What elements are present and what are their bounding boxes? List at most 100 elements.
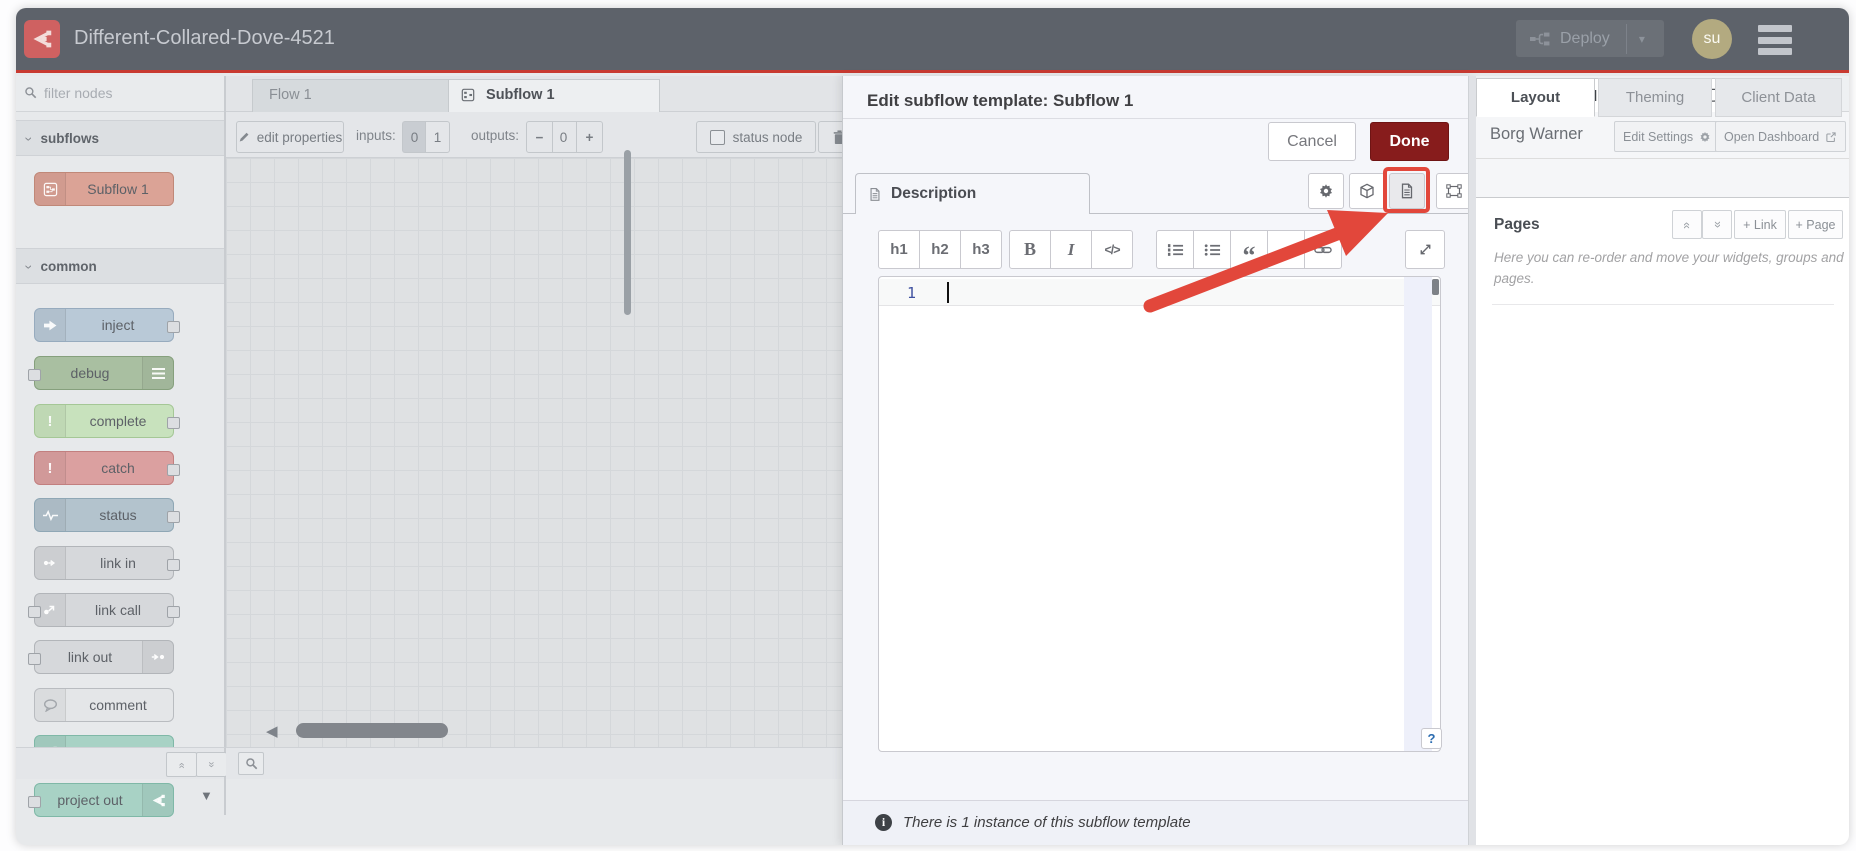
code-button[interactable]: </> [1091, 230, 1133, 269]
cancel-button[interactable]: Cancel [1268, 122, 1356, 161]
insert-link-button[interactable] [1304, 230, 1342, 269]
bold-button[interactable]: B [1009, 230, 1051, 269]
tab-theming[interactable]: Theming [1598, 78, 1712, 117]
add-output-button[interactable]: + [576, 121, 603, 153]
palette-category-subflows[interactable]: › subflows [16, 120, 224, 156]
expand-icon [1420, 244, 1430, 255]
remove-output-button[interactable]: − [526, 121, 553, 153]
module-properties-tab-button[interactable] [1349, 173, 1385, 209]
tab-subflow-1[interactable]: Subflow 1 [448, 79, 660, 114]
deploy-button[interactable]: Deploy ▾ [1516, 20, 1664, 57]
properties-tab-button[interactable] [1308, 173, 1344, 209]
user-avatar[interactable]: su [1692, 19, 1732, 59]
horizontal-rule-button[interactable]: − [1267, 230, 1305, 269]
input-port[interactable] [28, 369, 41, 381]
output-port[interactable] [167, 511, 180, 523]
flow-canvas[interactable] [226, 158, 842, 747]
italic-label: I [1067, 239, 1075, 259]
open-dashboard-button[interactable]: Open Dashboard [1715, 121, 1847, 152]
input-port[interactable] [28, 606, 41, 618]
canvas-footer [226, 747, 842, 779]
inputs-1-button[interactable]: 1 [425, 121, 450, 153]
output-port[interactable] [167, 559, 180, 571]
appearance-tab-button[interactable] [1436, 173, 1472, 209]
node-label: Subflow 1 [87, 181, 149, 197]
add-link-label: + Link [1743, 217, 1777, 232]
h3-button[interactable]: h3 [960, 230, 1002, 269]
italic-button[interactable]: I [1050, 230, 1092, 269]
palette-expand-all-button[interactable]: « [196, 752, 227, 777]
palette-node-inject[interactable]: inject [34, 308, 180, 342]
tab-client-data[interactable]: Client Data [1715, 78, 1842, 117]
workspace-tab-bar: Flow 1 Subflow 1 [226, 76, 842, 114]
inputs-0-button[interactable]: 0 [402, 121, 426, 153]
filter-nodes-placeholder: filter nodes [44, 85, 113, 101]
output-port[interactable] [167, 417, 180, 429]
input-port[interactable] [28, 796, 41, 808]
palette-node-complete[interactable]: ! complete [34, 404, 180, 438]
canvas-horizontal-scrollbar[interactable] [296, 723, 448, 738]
palette-filter[interactable]: filter nodes [16, 76, 224, 112]
move-down-button[interactable]: « [1702, 210, 1732, 239]
status-node-checkbox[interactable]: status node [696, 121, 816, 153]
deploy-options-caret-icon[interactable]: ▾ [1625, 23, 1657, 54]
palette-node-link-call[interactable]: link call [28, 593, 180, 627]
h1-label: h1 [890, 241, 908, 258]
description-tab-button[interactable] [1389, 173, 1425, 209]
palette-collapse-all-button[interactable]: « [166, 752, 197, 777]
pencil-icon [239, 132, 249, 142]
description-markdown-editor[interactable]: 1 [878, 276, 1441, 752]
add-link-button[interactable]: + Link [1734, 210, 1786, 239]
output-port[interactable] [167, 321, 180, 333]
unordered-list-button[interactable] [1193, 230, 1231, 269]
tab-layout[interactable]: Layout [1476, 78, 1595, 117]
canvas-search-button[interactable] [238, 752, 264, 775]
add-page-button[interactable]: + Page [1788, 210, 1843, 239]
dialog-title: Edit subflow template: Subflow 1 [867, 91, 1134, 110]
search-icon [24, 86, 37, 99]
info-icon: i [875, 814, 892, 831]
canvas-scroll-left-icon[interactable]: ◀ [266, 722, 278, 740]
sidebar-resize-handle[interactable] [1468, 76, 1476, 845]
external-link-icon [1826, 131, 1836, 142]
palette-node-status[interactable]: status [34, 498, 180, 532]
palette-node-comment[interactable]: comment [34, 688, 174, 722]
main-menu-icon[interactable] [1758, 25, 1792, 55]
divider [843, 118, 1476, 119]
palette-node-link-in[interactable]: link in [34, 546, 180, 580]
theming-tab-label: Theming [1625, 89, 1685, 106]
edit-properties-button[interactable]: edit properties [236, 121, 344, 153]
canvas-vertical-scrollbar[interactable] [624, 150, 631, 315]
output-port[interactable] [167, 606, 180, 618]
tab-description[interactable]: Description [855, 173, 1090, 214]
palette-node-subflow-1[interactable]: Subflow 1 [34, 172, 174, 206]
output-port[interactable] [167, 464, 180, 476]
catch-icon: ! [35, 452, 66, 484]
editor-help-button[interactable]: ? [1421, 728, 1442, 749]
move-up-button[interactable]: « [1672, 210, 1702, 239]
palette-node-catch[interactable]: ! catch [34, 451, 180, 485]
editor-scrollbar[interactable] [1432, 279, 1439, 295]
bold-label: B [1023, 239, 1036, 259]
blockquote-button[interactable]: “ [1230, 230, 1268, 269]
palette-node-project-out[interactable]: project out [28, 783, 174, 817]
h3-label: h3 [972, 241, 990, 258]
edit-settings-button[interactable]: Edit Settings [1614, 121, 1721, 152]
double-chevron-up-icon: « [175, 761, 188, 768]
tab-flow-1[interactable]: Flow 1 [252, 79, 467, 114]
ordered-list-button[interactable] [1156, 230, 1194, 269]
h2-button[interactable]: h2 [919, 230, 961, 269]
palette-node-debug[interactable]: debug [28, 356, 174, 390]
palette-category-common[interactable]: › common [16, 248, 224, 284]
outputs-label: outputs: [471, 128, 520, 143]
inputs-label: inputs: [356, 128, 396, 143]
h1-button[interactable]: h1 [878, 230, 920, 269]
help-label: ? [1427, 731, 1436, 746]
done-button[interactable]: Done [1370, 122, 1449, 161]
palette-node-link-out[interactable]: link out [28, 640, 174, 674]
palette-scroll-down-icon[interactable]: ▼ [200, 788, 213, 803]
input-port[interactable] [28, 653, 41, 665]
expand-editor-button[interactable] [1405, 230, 1445, 269]
edit-settings-label: Edit Settings [1623, 129, 1694, 144]
dialog-footer: i There is 1 instance of this subflow te… [843, 800, 1476, 845]
